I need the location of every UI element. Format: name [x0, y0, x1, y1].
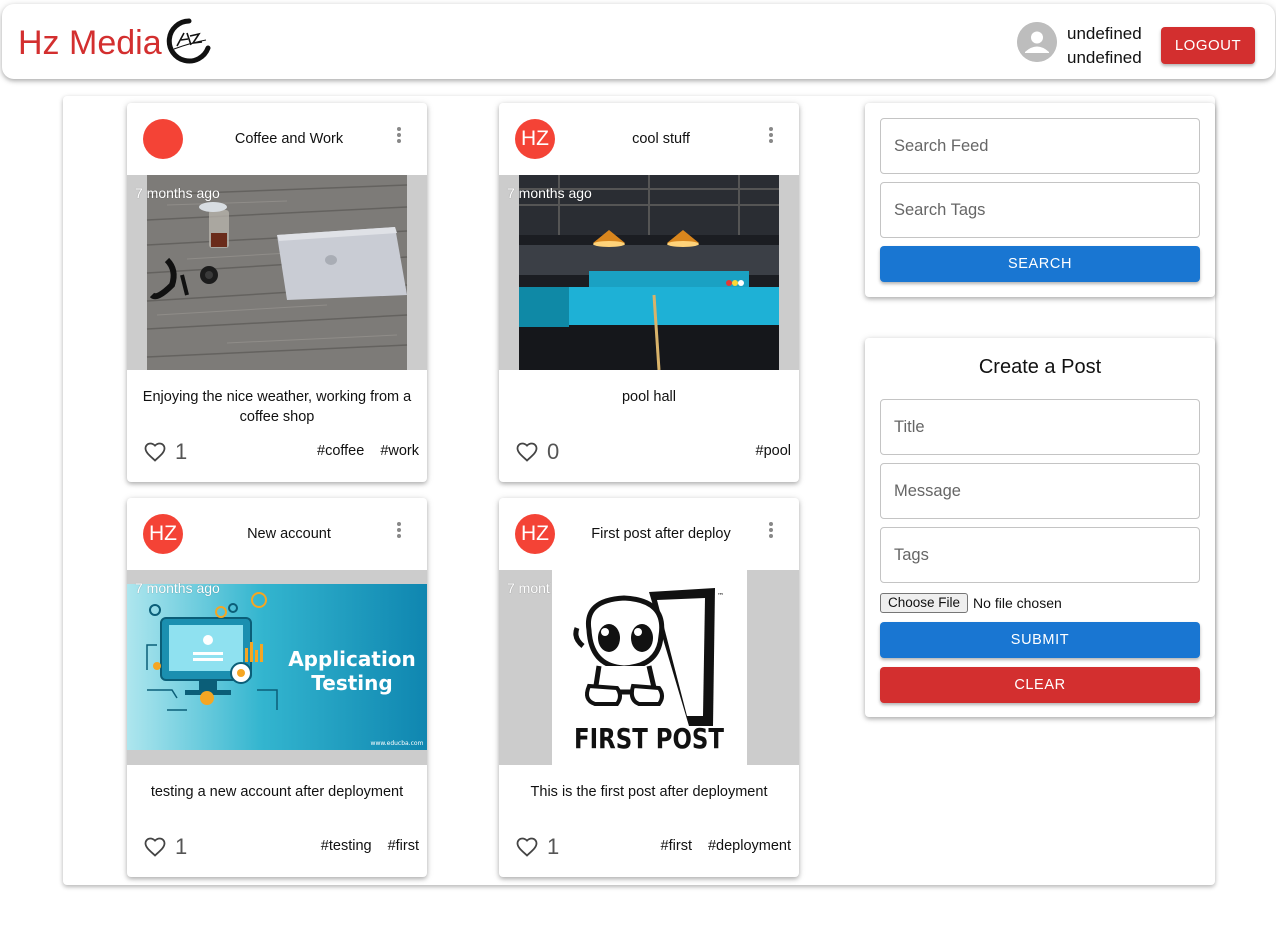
post-title: First post after deploy [591, 526, 731, 542]
file-status: No file chosen [973, 595, 1062, 611]
search-panel: SEARCH [865, 103, 1215, 297]
message-input[interactable] [881, 464, 1199, 518]
like-count: 1 [175, 834, 188, 859]
create-post-heading: Create a Post [978, 356, 1102, 378]
submit-button[interactable]: SUBMIT [880, 622, 1200, 658]
clear-button[interactable]: CLEAR [880, 667, 1200, 703]
like-count: 0 [547, 439, 560, 464]
user-avatar[interactable] [1017, 22, 1057, 62]
post-timestamp: 7 months ago [507, 185, 592, 201]
title-field[interactable] [880, 399, 1200, 455]
svg-text:www.educba.com: www.educba.com [371, 740, 424, 747]
post-message: pool hall [621, 389, 676, 405]
post-card-new-account: HZ New account Application Testing www.e… [127, 498, 427, 877]
more-options-button[interactable] [761, 125, 781, 145]
post-tags: #testing #first [321, 838, 419, 854]
svg-text:Testing: Testing [311, 671, 392, 695]
brand-logo-icon [166, 18, 211, 64]
post-message: This is the first post after deployment [530, 784, 768, 800]
search-tags-input[interactable] [881, 183, 1199, 237]
create-post-panel: Create a Post Choose File No file chosen… [865, 338, 1215, 717]
pool-hall-photo [519, 175, 779, 370]
post-image[interactable] [499, 175, 799, 370]
post-image[interactable] [127, 175, 427, 370]
tags-input[interactable] [881, 528, 1199, 582]
account-circle-icon [1017, 22, 1057, 62]
post-timestamp: 7 months ago [135, 185, 220, 201]
post-tag[interactable]: #first [661, 838, 692, 854]
post-avatar: HZ [515, 514, 555, 554]
post-message: testing a new account after deployment [150, 784, 404, 800]
heart-outline-icon[interactable] [515, 440, 539, 464]
post-image[interactable]: Application Testing www.educba.com [127, 570, 427, 765]
post-message: Enjoying the nice weather, working from … [142, 389, 412, 425]
tags-field[interactable] [880, 527, 1200, 583]
post-timestamp: 7 months ago [507, 580, 551, 596]
more-options-button[interactable] [389, 520, 409, 540]
laptop-coffee-photo [146, 175, 408, 370]
post-tag[interactable]: #coffee [317, 443, 364, 459]
post-card-cool-stuff: HZ cool stuff 7 months ago pool hall 0 #… [499, 103, 799, 482]
post-card-coffee-and-work: Coffee and Work 7 months ago Enjoying th… [127, 103, 427, 482]
svg-text:Application: Application [288, 647, 416, 671]
search-feed-input[interactable] [881, 119, 1199, 173]
message-field[interactable] [880, 463, 1200, 519]
post-tag[interactable]: #pool [756, 443, 791, 459]
heart-outline-icon[interactable] [515, 835, 539, 859]
post-avatar [143, 119, 183, 159]
user-last-name: undefined [1067, 48, 1142, 67]
post-title: New account [247, 526, 331, 542]
heart-outline-icon[interactable] [143, 835, 167, 859]
app-bar: Hz Media undefined undefined LOGOUT [2, 4, 1275, 79]
svg-text:™: ™ [717, 592, 724, 600]
user-name-block: undefined undefined [1067, 22, 1142, 70]
search-tags-field[interactable] [880, 182, 1200, 238]
like-count: 1 [175, 439, 188, 464]
first-post-logo-image: ™ FIRST POST [552, 570, 747, 765]
post-tag[interactable]: #work [380, 443, 419, 459]
search-feed-field[interactable] [880, 118, 1200, 174]
like-count: 1 [547, 834, 560, 859]
brand-title[interactable]: Hz Media [18, 24, 162, 63]
user-first-name: undefined [1067, 24, 1142, 43]
logout-button[interactable]: LOGOUT [1161, 27, 1255, 64]
title-input[interactable] [881, 400, 1199, 454]
application-testing-banner: Application Testing www.educba.com [127, 584, 427, 750]
post-title: cool stuff [632, 131, 690, 147]
file-upload: Choose File No file chosen [880, 593, 1062, 613]
post-tags: #pool [756, 443, 791, 459]
choose-file-button[interactable]: Choose File [880, 593, 969, 613]
post-avatar: HZ [515, 119, 555, 159]
more-options-button[interactable] [389, 125, 409, 145]
post-tag[interactable]: #deployment [708, 838, 791, 854]
post-image[interactable]: ™ FIRST POST [499, 570, 799, 765]
svg-text:FIRST POST: FIRST POST [574, 722, 724, 755]
post-tags: #first #deployment [661, 838, 791, 854]
post-tag[interactable]: #testing [321, 838, 372, 854]
post-card-first-post-after-deploy: HZ First post after deploy ™ FIRST POST … [499, 498, 799, 877]
more-options-button[interactable] [761, 520, 781, 540]
post-avatar: HZ [143, 514, 183, 554]
heart-outline-icon[interactable] [143, 440, 167, 464]
post-title: Coffee and Work [234, 131, 344, 147]
post-timestamp: 7 months ago [135, 580, 220, 596]
search-button[interactable]: SEARCH [880, 246, 1200, 282]
post-tag[interactable]: #first [388, 838, 419, 854]
post-tags: #coffee #work [317, 443, 419, 459]
